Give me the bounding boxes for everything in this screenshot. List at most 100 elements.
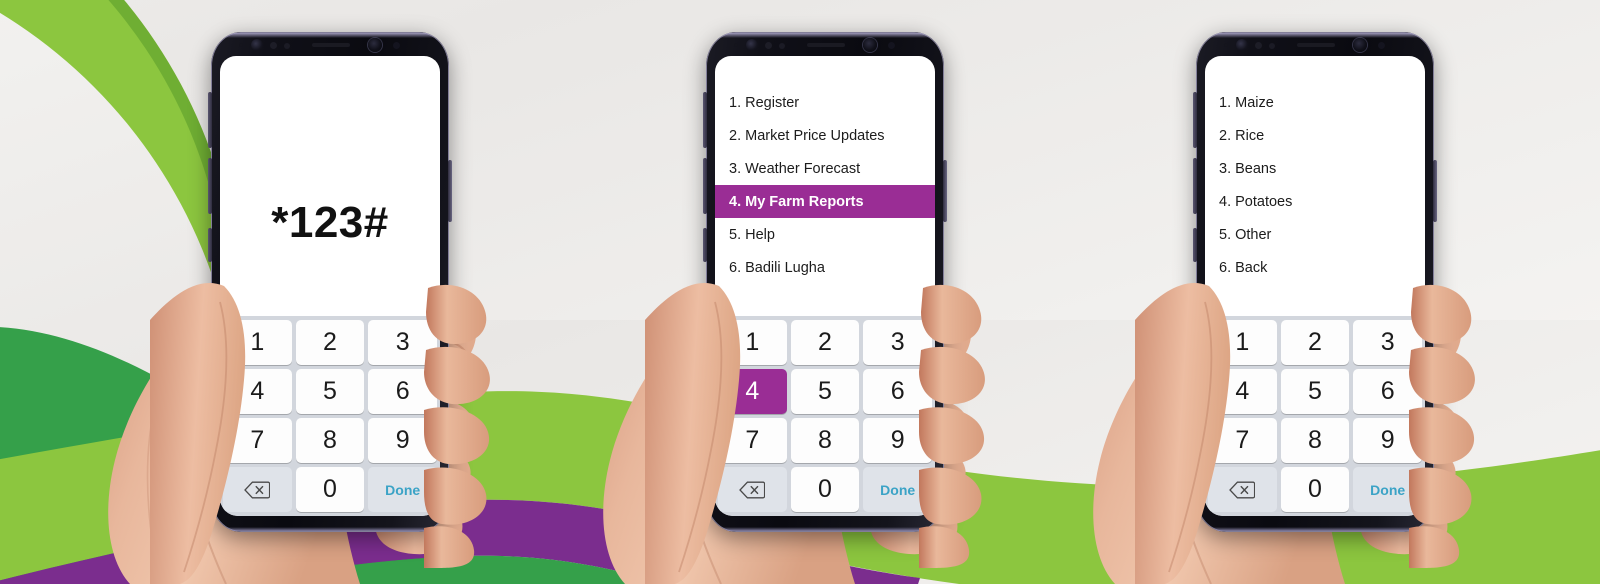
key-1[interactable]: 1 [1208, 320, 1277, 365]
backspace-icon [1229, 481, 1256, 498]
key-0[interactable]: 0 [295, 467, 365, 512]
volume-up-button[interactable] [703, 92, 707, 148]
key-3[interactable]: 3 [1353, 320, 1422, 365]
proximity-sensor-icon [1224, 43, 1228, 47]
key-5[interactable]: 5 [295, 369, 365, 414]
key-6[interactable]: 6 [1353, 369, 1422, 414]
earpiece-speaker [807, 43, 845, 47]
phone-bottom-highlight [1206, 527, 1424, 531]
phone-dial: *123# 1 2 3 4 5 6 7 8 9 0 Done [208, 32, 452, 532]
key-9[interactable]: 9 [863, 418, 932, 463]
key-0[interactable]: 0 [790, 467, 860, 512]
menu-item-maize[interactable]: 1. Maize [1205, 86, 1425, 119]
menu-item-back[interactable]: 6. Back [1205, 251, 1425, 284]
menu-item-my-farm-reports[interactable]: 4. My Farm Reports [715, 185, 935, 218]
bixby-button[interactable] [703, 228, 707, 262]
phone-sensor-row [1196, 32, 1434, 56]
menu-item-register[interactable]: 1. Register [715, 86, 935, 119]
volume-down-button[interactable] [1193, 158, 1197, 214]
phone-bottom-highlight [221, 527, 439, 531]
phone-screen: *123# 1 2 3 4 5 6 7 8 9 0 Done [220, 56, 440, 516]
key-4[interactable]: 4 [718, 369, 787, 414]
key-3[interactable]: 3 [368, 320, 437, 365]
power-button[interactable] [943, 160, 947, 222]
key-backspace[interactable] [1208, 467, 1277, 512]
menu-item-weather-forecast[interactable]: 3. Weather Forecast [715, 152, 935, 185]
proximity-sensor-icon [734, 43, 738, 47]
iris-scanner-icon [1236, 39, 1248, 51]
menu-item-badili-lugha[interactable]: 6. Badili Lugha [715, 251, 935, 284]
menu-item-label: 1. Register [729, 94, 800, 111]
crop-menu-list: 1. Maize 2. Rice 3. Beans 4. Potatoes 5.… [1205, 86, 1425, 284]
menu-item-label: 3. Weather Forecast [729, 160, 861, 177]
key-backspace[interactable] [223, 467, 292, 512]
phone-sensor-row [211, 32, 449, 56]
menu-item-help[interactable]: 5. Help [715, 218, 935, 251]
light-sensor-icon [270, 42, 277, 49]
key-0[interactable]: 0 [1280, 467, 1350, 512]
led-indicator-icon [393, 42, 400, 49]
phone-body: 1. Maize 2. Rice 3. Beans 4. Potatoes 5.… [1196, 32, 1434, 532]
menu-item-beans[interactable]: 3. Beans [1205, 152, 1425, 185]
key-1[interactable]: 1 [718, 320, 787, 365]
key-5[interactable]: 5 [1280, 369, 1350, 414]
power-button[interactable] [448, 160, 452, 222]
phone-screen: 1. Maize 2. Rice 3. Beans 4. Potatoes 5.… [1205, 56, 1425, 516]
key-3[interactable]: 3 [863, 320, 932, 365]
screenshot-stage: *123# 1 2 3 4 5 6 7 8 9 0 Done 1. Regist… [0, 0, 1600, 584]
key-8[interactable]: 8 [295, 418, 365, 463]
key-5[interactable]: 5 [790, 369, 860, 414]
menu-item-label: 4. My Farm Reports [729, 193, 864, 210]
light-sensor-icon [1255, 42, 1262, 49]
key-4[interactable]: 4 [223, 369, 292, 414]
ir-sensor-icon [1269, 43, 1275, 49]
power-button[interactable] [1433, 160, 1437, 222]
key-backspace[interactable] [718, 467, 787, 512]
key-2[interactable]: 2 [295, 320, 365, 365]
key-1[interactable]: 1 [223, 320, 292, 365]
key-6[interactable]: 6 [863, 369, 932, 414]
key-2[interactable]: 2 [1280, 320, 1350, 365]
key-9[interactable]: 9 [368, 418, 437, 463]
key-7[interactable]: 7 [718, 418, 787, 463]
key-9[interactable]: 9 [1353, 418, 1422, 463]
key-8[interactable]: 8 [1280, 418, 1350, 463]
bixby-button[interactable] [1193, 228, 1197, 262]
front-camera-icon [863, 38, 877, 52]
menu-item-other[interactable]: 5. Other [1205, 218, 1425, 251]
volume-up-button[interactable] [208, 92, 212, 148]
iris-scanner-icon [746, 39, 758, 51]
front-camera-icon [368, 38, 382, 52]
key-done[interactable]: Done [863, 467, 932, 512]
key-8[interactable]: 8 [790, 418, 860, 463]
key-7[interactable]: 7 [223, 418, 292, 463]
key-done[interactable]: Done [368, 467, 437, 512]
led-indicator-icon [1378, 42, 1385, 49]
volume-down-button[interactable] [703, 158, 707, 214]
phone-screen: 1. Register 2. Market Price Updates 3. W… [715, 56, 935, 516]
menu-item-label: 6. Back [1219, 259, 1268, 276]
backspace-icon [739, 481, 766, 498]
phone-bottom-highlight [716, 527, 934, 531]
numeric-keypad: 1 2 3 4 5 6 7 8 9 0 Done [220, 316, 440, 516]
key-7[interactable]: 7 [1208, 418, 1277, 463]
numeric-keypad: 1 2 3 4 5 6 7 8 9 0 Done [1205, 316, 1425, 516]
volume-down-button[interactable] [208, 158, 212, 214]
menu-item-label: 3. Beans [1219, 160, 1277, 177]
ir-sensor-icon [779, 43, 785, 49]
menu-item-label: 5. Other [1219, 226, 1272, 243]
key-2[interactable]: 2 [790, 320, 860, 365]
menu-item-market-price-updates[interactable]: 2. Market Price Updates [715, 119, 935, 152]
menu-item-label: 1. Maize [1219, 94, 1274, 111]
volume-up-button[interactable] [1193, 92, 1197, 148]
key-4[interactable]: 4 [1208, 369, 1277, 414]
menu-item-potatoes[interactable]: 4. Potatoes [1205, 185, 1425, 218]
key-done[interactable]: Done [1353, 467, 1422, 512]
menu-item-label: 5. Help [729, 226, 775, 243]
key-6[interactable]: 6 [368, 369, 437, 414]
menu-item-rice[interactable]: 2. Rice [1205, 119, 1425, 152]
light-sensor-icon [765, 42, 772, 49]
phone-main-menu: 1. Register 2. Market Price Updates 3. W… [703, 32, 947, 532]
bixby-button[interactable] [208, 228, 212, 262]
ussd-menu-list: 1. Register 2. Market Price Updates 3. W… [715, 86, 935, 284]
